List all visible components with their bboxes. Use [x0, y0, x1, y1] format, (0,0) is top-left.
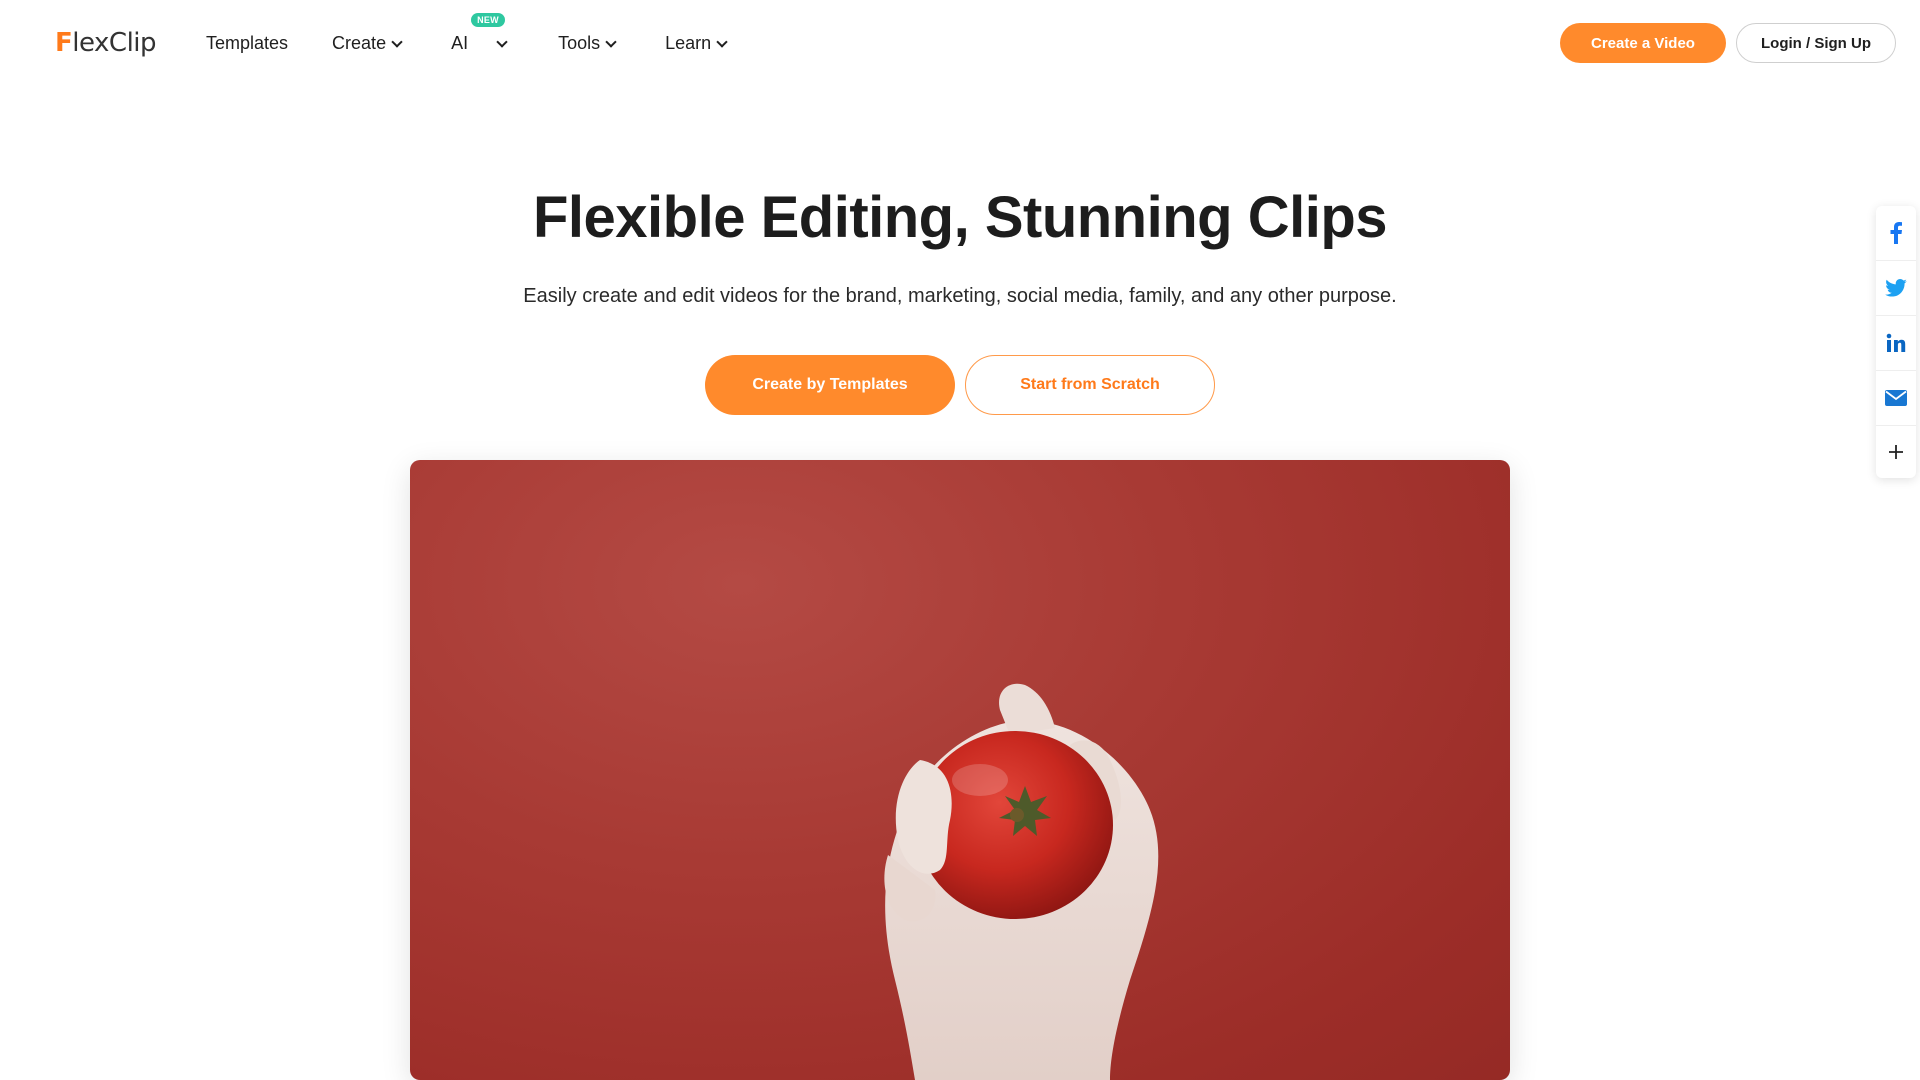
share-email[interactable] — [1876, 371, 1916, 426]
nav-learn-label: Learn — [665, 32, 712, 53]
hero-video[interactable] — [410, 460, 1510, 1080]
create-by-templates-button[interactable]: Create by Templates — [705, 355, 955, 415]
nav-templates[interactable]: Templates — [206, 33, 288, 54]
logo-letters: lexClip — [72, 28, 157, 58]
nav-create[interactable]: Create — [332, 32, 403, 54]
hero-title: Flexible Editing, Stunning Clips — [533, 185, 1388, 250]
logo-wordmark: FlexClip — [55, 28, 157, 58]
share-twitter[interactable] — [1876, 261, 1916, 316]
twitter-icon — [1885, 279, 1907, 297]
main-nav: Templates Create AI NEW Tools Learn — [206, 0, 728, 86]
new-badge: NEW — [471, 12, 505, 27]
share-linkedin[interactable] — [1876, 316, 1916, 371]
tomato-hand-illustration — [884, 683, 1159, 1080]
site-header: FlexClip Templates Create AI NEW Tools L… — [0, 0, 1920, 86]
linkedin-icon — [1886, 333, 1906, 352]
create-a-video-button[interactable]: Create a Video — [1560, 23, 1726, 63]
share-sidebar — [1876, 206, 1916, 478]
nav-tools[interactable]: Tools — [558, 32, 617, 54]
nav-create-label: Create — [332, 32, 387, 53]
nav-ai-label: AI — [451, 32, 469, 53]
nav-tools-label: Tools — [558, 32, 601, 53]
nav-learn[interactable]: Learn — [665, 32, 728, 54]
start-from-scratch-button[interactable]: Start from Scratch — [965, 355, 1215, 415]
nav-templates-label: Templates — [206, 32, 289, 53]
chevron-down-icon — [716, 35, 728, 48]
chevron-down-icon — [391, 35, 403, 48]
share-facebook[interactable] — [1876, 206, 1916, 261]
facebook-icon — [1890, 222, 1902, 244]
chevron-down-icon — [605, 35, 617, 48]
plus-icon — [1889, 445, 1903, 459]
email-icon — [1885, 390, 1907, 406]
chevron-down-icon — [496, 35, 508, 48]
share-more[interactable] — [1876, 426, 1916, 478]
hero-subtitle: Easily create and edit videos for the br… — [523, 285, 1397, 307]
logo-letter-f: F — [55, 28, 73, 58]
login-signup-button[interactable]: Login / Sign Up — [1736, 23, 1896, 63]
nav-ai[interactable]: AI NEW — [451, 12, 508, 54]
flexclip-logo[interactable]: FlexClip — [55, 26, 157, 60]
